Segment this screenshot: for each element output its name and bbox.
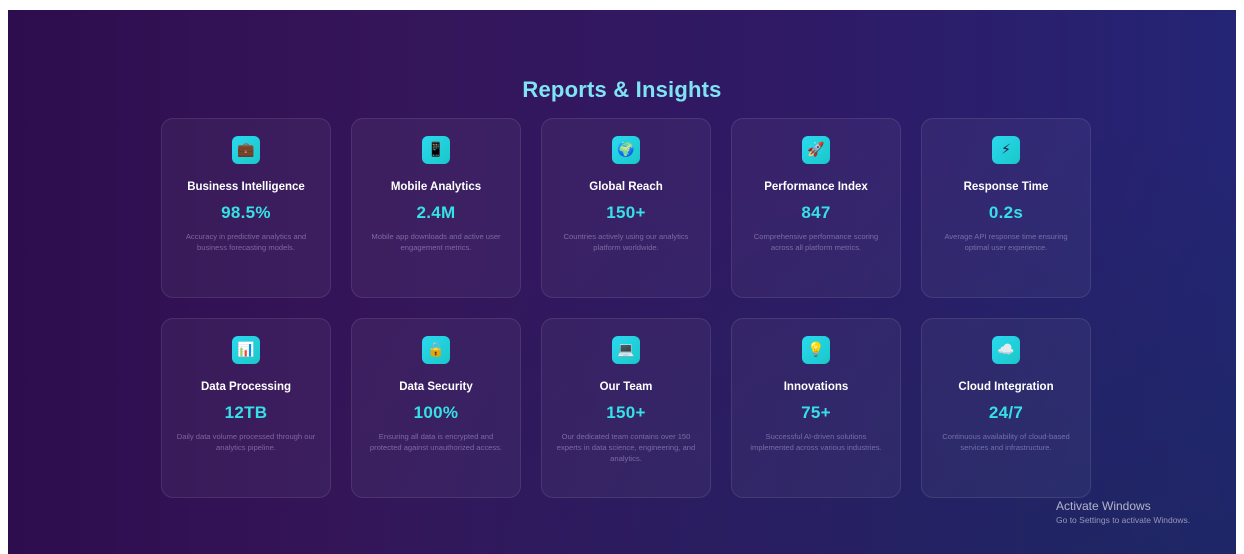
card-description: Ensuring all data is encrypted and prote… — [369, 432, 503, 452]
metric-card-mobile-analytics: 📱 Mobile Analytics 2.4M Mobile app downl… — [351, 118, 521, 298]
card-description: Daily data volume processed through our … — [176, 432, 316, 452]
card-value: 150+ — [606, 403, 646, 422]
mobile-phone-icon: 📱 — [422, 136, 450, 164]
metric-card-innovations: 💡 Innovations 75+ Successful AI-driven s… — [731, 318, 901, 498]
card-title: Performance Index — [764, 181, 868, 193]
watermark-subtitle: Go to Settings to activate Windows. — [1056, 515, 1191, 525]
card-title: Cloud Integration — [958, 381, 1054, 393]
activate-windows-watermark: Activate Windows Go to Settings to activ… — [1056, 499, 1190, 525]
card-value: 847 — [801, 203, 831, 222]
metric-card-cloud-integration: ☁️ Cloud Integration 24/7 Continuous ava… — [921, 318, 1091, 498]
card-description: Successful AI-driven solutions implement… — [750, 432, 882, 452]
card-value: 24/7 — [988, 403, 1024, 422]
lock-icon: 🔒 — [422, 336, 450, 364]
metric-card-response-time: ⚡ Response Time 0.2s Average API respons… — [921, 118, 1091, 298]
card-value: 12TB — [224, 403, 268, 422]
rocket-icon: 🚀 — [802, 136, 830, 164]
card-title: Response Time — [963, 181, 1049, 193]
card-description: Continuous availability of cloud-based s… — [942, 432, 1070, 452]
card-value: 100% — [413, 403, 459, 422]
card-title: Mobile Analytics — [390, 181, 482, 193]
metric-card-business-intelligence: 💼 Business Intelligence 98.5% Accuracy i… — [161, 118, 331, 298]
card-description: Comprehensive performance scoring across… — [753, 232, 879, 252]
metric-card-our-team: 💻 Our Team 150+ Our dedicated team conta… — [541, 318, 711, 498]
card-title: Our Team — [599, 381, 653, 393]
briefcase-icon: 💼 — [232, 136, 260, 164]
card-description: Mobile app downloads and active user eng… — [371, 232, 501, 252]
metric-card-data-security: 🔒 Data Security 100% Ensuring all data i… — [351, 318, 521, 498]
lightning-icon: ⚡ — [992, 136, 1020, 164]
card-value: 150+ — [606, 203, 646, 222]
metric-card-performance-index: 🚀 Performance Index 847 Comprehensive pe… — [731, 118, 901, 298]
card-value: 2.4M — [416, 203, 456, 222]
metric-card-global-reach: 🌍 Global Reach 150+ Countries actively u… — [541, 118, 711, 298]
lightbulb-icon: 💡 — [802, 336, 830, 364]
metric-card-data-processing: 📊 Data Processing 12TB Daily data volume… — [161, 318, 331, 498]
card-title: Innovations — [783, 381, 849, 393]
card-title: Business Intelligence — [187, 181, 305, 193]
card-title: Data Security — [399, 381, 473, 393]
card-title: Global Reach — [589, 181, 663, 193]
cloud-icon: ☁️ — [992, 336, 1020, 364]
card-description: Average API response time ensuring optim… — [944, 232, 1068, 252]
page-title: Reports & Insights — [522, 76, 722, 102]
card-value: 75+ — [801, 403, 831, 422]
card-value: 0.2s — [988, 203, 1024, 222]
card-description: Countries actively using our analytics p… — [563, 232, 689, 252]
card-description: Our dedicated team contains over 150 exp… — [556, 432, 696, 463]
card-title: Data Processing — [200, 381, 292, 393]
watermark-title: Activate Windows — [1056, 499, 1151, 513]
card-value: 98.5% — [221, 203, 271, 222]
card-description: Accuracy in predictive analytics and bus… — [185, 232, 307, 252]
page-background: Reports & Insights 💼 Business Intelligen… — [8, 10, 1236, 554]
globe-icon: 🌍 — [612, 136, 640, 164]
metrics-grid: 💼 Business Intelligence 98.5% Accuracy i… — [161, 118, 1093, 498]
laptop-icon: 💻 — [612, 336, 640, 364]
bar-chart-icon: 📊 — [232, 336, 260, 364]
